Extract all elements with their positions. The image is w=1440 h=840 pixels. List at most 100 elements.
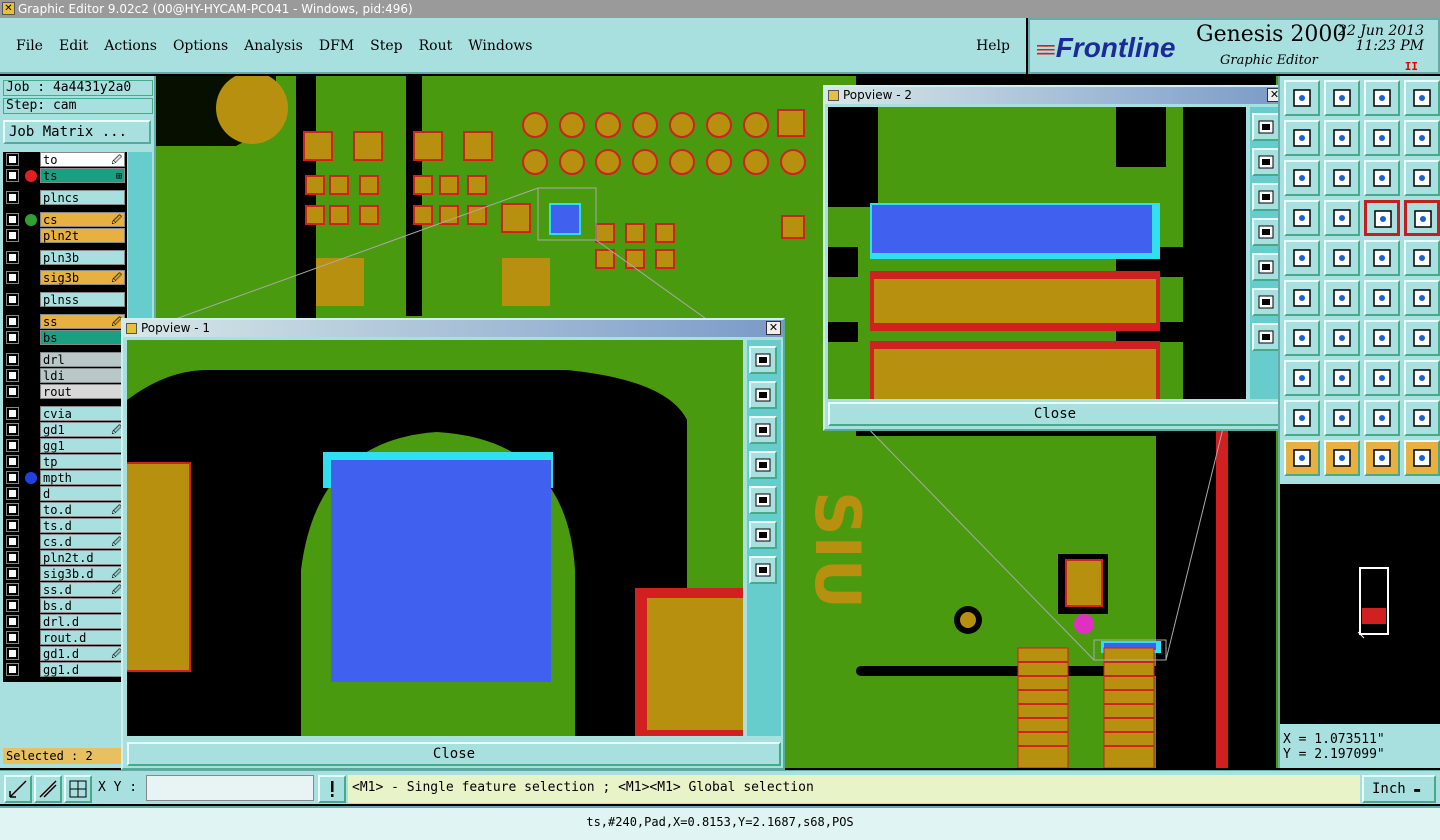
break-icon[interactable]: [1404, 320, 1440, 356]
arch-icon[interactable]: [1364, 400, 1400, 436]
angle-icon[interactable]: [1284, 320, 1320, 356]
popview-2-view[interactable]: [828, 107, 1246, 399]
menu-options[interactable]: Options: [165, 38, 236, 54]
layer-name[interactable]: bs.d: [40, 598, 125, 613]
align-icon[interactable]: [1364, 360, 1400, 396]
window-icon[interactable]: [1404, 80, 1440, 116]
layer-name[interactable]: mpth: [40, 470, 125, 485]
layer-name[interactable]: bs: [40, 330, 125, 345]
scale-icon[interactable]: [1364, 160, 1400, 196]
layer-name[interactable]: drl.d: [40, 614, 125, 629]
layer-checkbox[interactable]: [6, 535, 19, 548]
shape-icon[interactable]: [1324, 240, 1360, 276]
layer-row[interactable]: cvia: [3, 406, 127, 421]
layer-name[interactable]: ldi: [40, 368, 125, 383]
layer-name[interactable]: gd1.d 🖉: [40, 646, 125, 661]
zoom-home-icon[interactable]: [1252, 148, 1280, 176]
layer-name[interactable]: d: [40, 486, 125, 501]
route-icon[interactable]: [1404, 440, 1440, 476]
layer-name[interactable]: sig3b 🖉: [40, 270, 125, 285]
menu-rout[interactable]: Rout: [411, 38, 461, 54]
connect-icon[interactable]: [1284, 280, 1320, 316]
layer-name[interactable]: tp: [40, 454, 125, 469]
layer-name[interactable]: gg1.d: [40, 662, 125, 677]
layer-checkbox[interactable]: [6, 369, 19, 382]
zoom-all-icon[interactable]: [749, 556, 777, 584]
pan-right-icon[interactable]: [1324, 120, 1360, 156]
layer-row[interactable]: pln3b: [3, 250, 127, 265]
zoom-fit-icon[interactable]: [1252, 113, 1280, 141]
layer-row[interactable]: bs.d: [3, 598, 127, 613]
split-icon[interactable]: [1324, 360, 1360, 396]
layer-row[interactable]: ldi: [3, 368, 127, 383]
pan-right-icon[interactable]: [749, 486, 777, 514]
ruler-icon[interactable]: [1364, 240, 1400, 276]
layer-name[interactable]: rout: [40, 384, 125, 399]
copy-icon[interactable]: [1404, 280, 1440, 316]
layer-checkbox[interactable]: [6, 251, 19, 264]
grid-icon[interactable]: [64, 775, 92, 803]
layer-row[interactable]: sig3b 🖉: [3, 270, 127, 285]
layer-checkbox[interactable]: [6, 169, 19, 182]
layer-checkbox[interactable]: [6, 331, 19, 344]
layer-row[interactable]: ss.d 🖉: [3, 582, 127, 597]
popview-1-close-button[interactable]: Close: [127, 742, 781, 766]
layer-row[interactable]: to 🖉: [3, 152, 127, 167]
pan-left-icon[interactable]: [1252, 218, 1280, 246]
group-icon[interactable]: [1404, 360, 1440, 396]
zoom-home-icon[interactable]: [749, 381, 777, 409]
arc-icon[interactable]: [1364, 320, 1400, 356]
layer-name[interactable]: cs.d 🖉: [40, 534, 125, 549]
area-icon[interactable]: [1404, 240, 1440, 276]
zoom-in-icon[interactable]: [1252, 288, 1280, 316]
layer-row[interactable]: d: [3, 486, 127, 501]
layer-checkbox[interactable]: [6, 663, 19, 676]
layer-checkbox[interactable]: [6, 455, 19, 468]
layer-name[interactable]: to.d 🖉: [40, 502, 125, 517]
layer-name[interactable]: ss 🖉: [40, 314, 125, 329]
layer-row[interactable]: gg1.d: [3, 662, 127, 677]
menu-windows[interactable]: Windows: [460, 38, 540, 54]
layer-row[interactable]: to.d 🖉: [3, 502, 127, 517]
layer-checkbox[interactable]: [6, 407, 19, 420]
layer-checkbox[interactable]: [6, 647, 19, 660]
layer-checkbox[interactable]: [6, 293, 19, 306]
popview-1-close-icon[interactable]: ✕: [766, 321, 781, 335]
overview-panel[interactable]: [1280, 484, 1440, 724]
layer-checkbox[interactable]: [6, 315, 19, 328]
layer-row[interactable]: tp: [3, 454, 127, 469]
fit-icon[interactable]: [1284, 160, 1320, 196]
layer-checkbox[interactable]: [6, 519, 19, 532]
layer-name[interactable]: drl: [40, 352, 125, 367]
layer-row[interactable]: cs.d 🖉: [3, 534, 127, 549]
window-close-icon[interactable]: ✕: [2, 2, 15, 15]
help-icon[interactable]: [1404, 160, 1440, 196]
home-icon[interactable]: [1364, 80, 1400, 116]
layer-name[interactable]: rout.d: [40, 630, 125, 645]
layer-row[interactable]: ss 🖉: [3, 314, 127, 329]
zoom-in-icon[interactable]: [749, 521, 777, 549]
layer-name[interactable]: gd1 🖉: [40, 422, 125, 437]
layer-name[interactable]: plnss: [40, 292, 125, 307]
layer-checkbox[interactable]: [6, 353, 19, 366]
layer-checkbox[interactable]: [6, 439, 19, 452]
popview-1-view[interactable]: [127, 340, 743, 736]
layer-row[interactable]: rout.d: [3, 630, 127, 645]
layer-row[interactable]: cs 🖉: [3, 212, 127, 227]
layer-checkbox[interactable]: [6, 385, 19, 398]
zoom-out-icon[interactable]: [1324, 80, 1360, 116]
layer-row[interactable]: rout: [3, 384, 127, 399]
layer-checkbox[interactable]: [6, 423, 19, 436]
unit-select[interactable]: Inch ▬: [1362, 775, 1436, 803]
layer-row[interactable]: pln2t.d: [3, 550, 127, 565]
triangle-icon[interactable]: [1284, 400, 1320, 436]
menu-edit[interactable]: Edit: [51, 38, 96, 54]
measure-icon[interactable]: [34, 775, 62, 803]
zoom-in-icon[interactable]: [1284, 80, 1320, 116]
layer-name[interactable]: plncs: [40, 190, 125, 205]
center-icon[interactable]: [1324, 160, 1360, 196]
layer-name[interactable]: sig3b.d 🖉: [40, 566, 125, 581]
layer-row[interactable]: plnss: [3, 292, 127, 307]
layer-checkbox[interactable]: [6, 503, 19, 516]
layer-name[interactable]: ts ⊞: [40, 168, 125, 183]
